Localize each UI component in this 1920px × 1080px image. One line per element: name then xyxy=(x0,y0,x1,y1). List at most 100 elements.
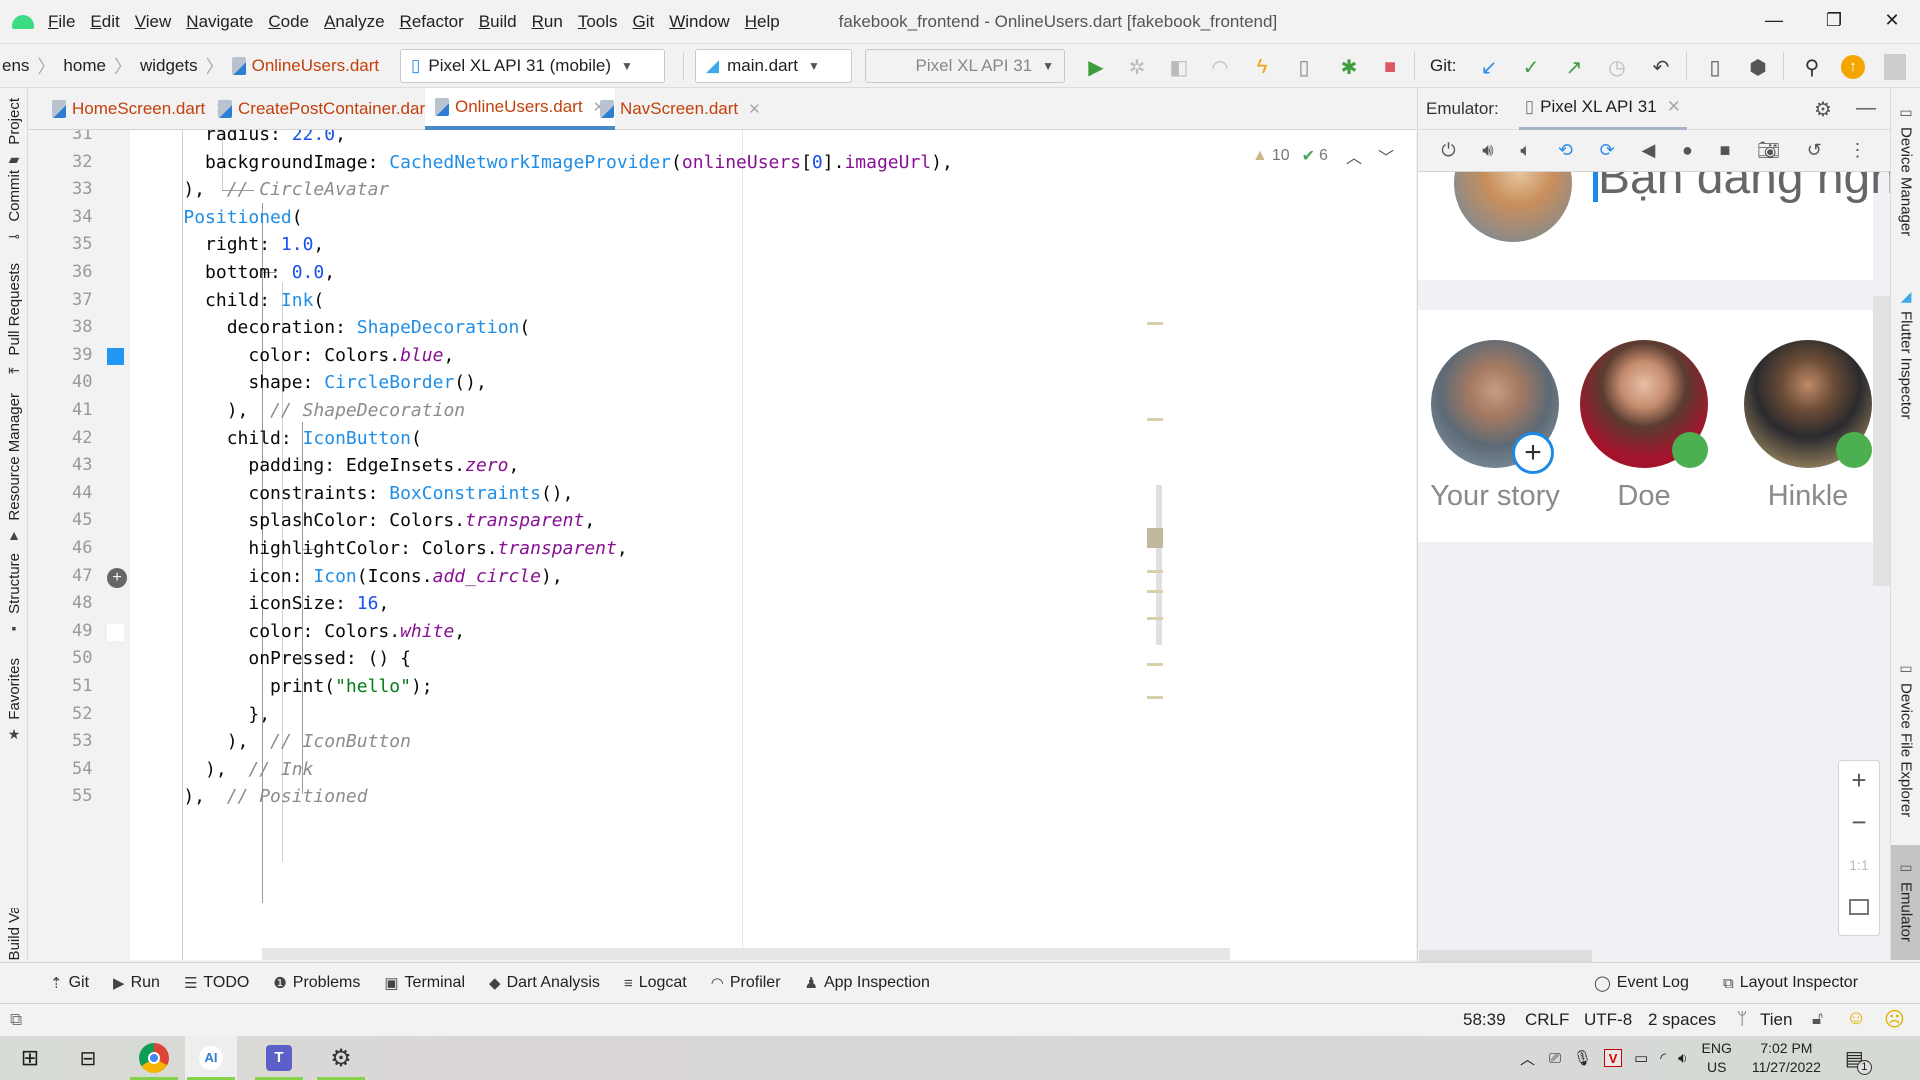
menu-view[interactable]: View xyxy=(135,12,172,32)
add-story-icon[interactable]: + xyxy=(1512,432,1554,474)
taskbar-settings[interactable]: ⚙ xyxy=(315,1036,367,1080)
code-line[interactable]: bottom: 0.0, xyxy=(140,262,335,283)
code-editor[interactable]: radius: 22.0, backgroundImage: CachedNet… xyxy=(130,130,1416,960)
task-view-button[interactable]: ⊟ xyxy=(62,1036,114,1080)
line-number[interactable]: 39 xyxy=(72,345,102,365)
more-icon[interactable]: ⋮ xyxy=(1849,140,1867,161)
tool-todo[interactable]: ☰ TODO xyxy=(184,974,249,992)
taskbar-chrome[interactable] xyxy=(128,1036,180,1080)
zoom-in-button[interactable]: + xyxy=(1839,765,1879,796)
line-number[interactable]: 52 xyxy=(72,704,102,724)
menu-git[interactable]: Git xyxy=(633,12,655,32)
menu-analyze[interactable]: Analyze xyxy=(324,12,384,32)
line-number[interactable]: 43 xyxy=(72,455,102,475)
inspection-widget[interactable]: ▲ 10 ✔ 6 ︿ ﹀ xyxy=(1252,144,1394,168)
line-number[interactable]: 47 xyxy=(72,566,102,586)
line-number[interactable]: 33 xyxy=(72,179,102,199)
line-number[interactable]: 34 xyxy=(72,207,102,227)
back-icon[interactable]: ◀ xyxy=(1641,140,1655,161)
tool-device-file-explorer[interactable]: ▭ Device File Explorer xyxy=(1894,660,1918,817)
code-line[interactable]: right: 1.0, xyxy=(140,234,324,255)
profile-avatar[interactable] xyxy=(1454,172,1572,242)
line-number[interactable]: 38 xyxy=(72,317,102,337)
editor-horizontal-scrollbar[interactable] xyxy=(262,948,1230,960)
tool-run[interactable]: ▶ Run xyxy=(113,974,160,992)
close-button[interactable]: ✕ xyxy=(1862,0,1920,40)
next-highlight-icon[interactable]: ﹀ xyxy=(1378,144,1394,168)
phone-screen[interactable]: Bạn đang nghĩ + Your story Doe Hinkle xyxy=(1418,172,1890,542)
overview-icon[interactable]: ■ xyxy=(1720,140,1731,161)
hot-reload-button[interactable]: ϟ xyxy=(1249,54,1275,80)
emulator-horizontal-scrollbar[interactable] xyxy=(1419,950,1592,962)
add-circle-preview-icon[interactable]: + xyxy=(107,567,127,588)
color-preview-blue-icon[interactable] xyxy=(107,347,124,365)
code-line[interactable]: onPressed: () { xyxy=(140,648,411,669)
antivirus-icon[interactable]: V xyxy=(1604,1049,1623,1067)
breadcrumb-item[interactable]: widgets xyxy=(140,56,198,76)
code-line[interactable]: padding: EdgeInsets.zero, xyxy=(140,455,519,476)
target-device-selector[interactable]: Pixel XL API 31 ▼ xyxy=(865,49,1065,83)
line-number[interactable]: 45 xyxy=(72,510,102,530)
tool-flutter-inspector[interactable]: ◢ Flutter Inspector xyxy=(1894,288,1918,419)
tab-onlineusers[interactable]: OnlineUsers.dart ✕ xyxy=(425,88,616,130)
editor-scrollbar-thumb[interactable] xyxy=(1156,485,1162,645)
code-line[interactable]: child: IconButton( xyxy=(140,428,422,449)
git-commit-button[interactable]: ✓ xyxy=(1518,54,1544,80)
caret-position[interactable]: 58:39 xyxy=(1463,1010,1506,1030)
show-hidden-icons-icon[interactable]: ︿ xyxy=(1520,1048,1535,1069)
battery-icon[interactable]: ▭ xyxy=(1634,1049,1648,1067)
menu-tools[interactable]: Tools xyxy=(578,12,618,32)
hide-panel-icon[interactable]: — xyxy=(1856,97,1876,120)
close-tab-icon[interactable]: ✕ xyxy=(748,100,761,118)
menu-edit[interactable]: Edit xyxy=(90,12,119,32)
line-number[interactable]: 46 xyxy=(72,538,102,558)
run-button[interactable]: ▶ xyxy=(1083,54,1109,80)
feedback-sad-icon[interactable]: ☹ xyxy=(1884,1007,1905,1032)
power-icon[interactable]: ⏻ xyxy=(1441,140,1455,161)
tool-pull-requests[interactable]: Pull Requests ⇤ xyxy=(2,263,26,379)
toggle-tool-windows-icon[interactable]: ⧉ xyxy=(10,1010,22,1030)
fit-screen-icon[interactable] xyxy=(1849,899,1869,915)
taskbar-teams[interactable]: T xyxy=(253,1036,305,1080)
tool-resource-manager[interactable]: Resource Manager ▲ xyxy=(2,393,26,543)
git-push-button[interactable]: ↗ xyxy=(1561,54,1587,80)
line-number[interactable]: 49 xyxy=(72,621,102,641)
restore-button[interactable]: ❐ xyxy=(1804,0,1864,40)
wifi-icon[interactable]: ◜ xyxy=(1660,1049,1666,1067)
code-line[interactable]: ), // Positioned xyxy=(140,786,367,807)
stop-button[interactable]: ■ xyxy=(1377,54,1403,80)
start-button[interactable]: ⊞ xyxy=(4,1036,56,1080)
code-line[interactable]: color: Colors.white, xyxy=(140,621,465,642)
input-language[interactable]: ENG US xyxy=(1702,1039,1732,1077)
code-line[interactable]: constraints: BoxConstraints(), xyxy=(140,483,573,504)
menu-build[interactable]: Build xyxy=(479,12,517,32)
line-number[interactable]: 31 xyxy=(72,130,102,144)
code-line[interactable]: backgroundImage: CachedNetworkImageProvi… xyxy=(140,152,953,173)
search-button[interactable]: ⚲ xyxy=(1799,54,1825,80)
code-line[interactable]: child: Ink( xyxy=(140,290,324,311)
volume-up-icon[interactable]: 🔊︎ xyxy=(1482,140,1493,161)
notification-center-icon[interactable]: ▤ 1 xyxy=(1845,1046,1872,1075)
menu-file[interactable]: File xyxy=(48,12,75,32)
menu-navigate[interactable]: Navigate xyxy=(186,12,253,32)
run-config-selector[interactable]: ◢ main.dart ▼ xyxy=(695,49,852,83)
line-number[interactable]: 40 xyxy=(72,372,102,392)
apply-changes-button[interactable]: ▯ xyxy=(1291,54,1317,80)
taskbar-android-studio[interactable]: AI xyxy=(185,1036,237,1080)
code-line[interactable]: print("hello"); xyxy=(140,676,433,697)
device-manager-button[interactable]: ▯ xyxy=(1702,54,1728,80)
actual-size-button[interactable]: 1:1 xyxy=(1839,857,1879,873)
tool-dart-analysis[interactable]: ◆ Dart Analysis xyxy=(489,974,600,992)
code-line[interactable]: splashColor: Colors.transparent, xyxy=(140,510,595,531)
git-history-button[interactable]: ◷ xyxy=(1604,54,1630,80)
git-update-button[interactable]: ↙ xyxy=(1476,54,1502,80)
git-rollback-button[interactable]: ↶ xyxy=(1648,54,1674,80)
emulator-screen[interactable]: Bạn đang nghĩ + Your story Doe Hinkle + … xyxy=(1417,172,1890,962)
code-line[interactable]: ), // ShapeDecoration xyxy=(140,400,465,421)
line-number[interactable]: 54 xyxy=(72,759,102,779)
breadcrumb-item[interactable]: ens xyxy=(2,56,29,76)
menu-help[interactable]: Help xyxy=(745,12,780,32)
code-line[interactable]: }, xyxy=(140,704,270,725)
line-number[interactable]: 35 xyxy=(72,234,102,254)
breadcrumb-item-current[interactable]: OnlineUsers.dart xyxy=(252,56,380,76)
